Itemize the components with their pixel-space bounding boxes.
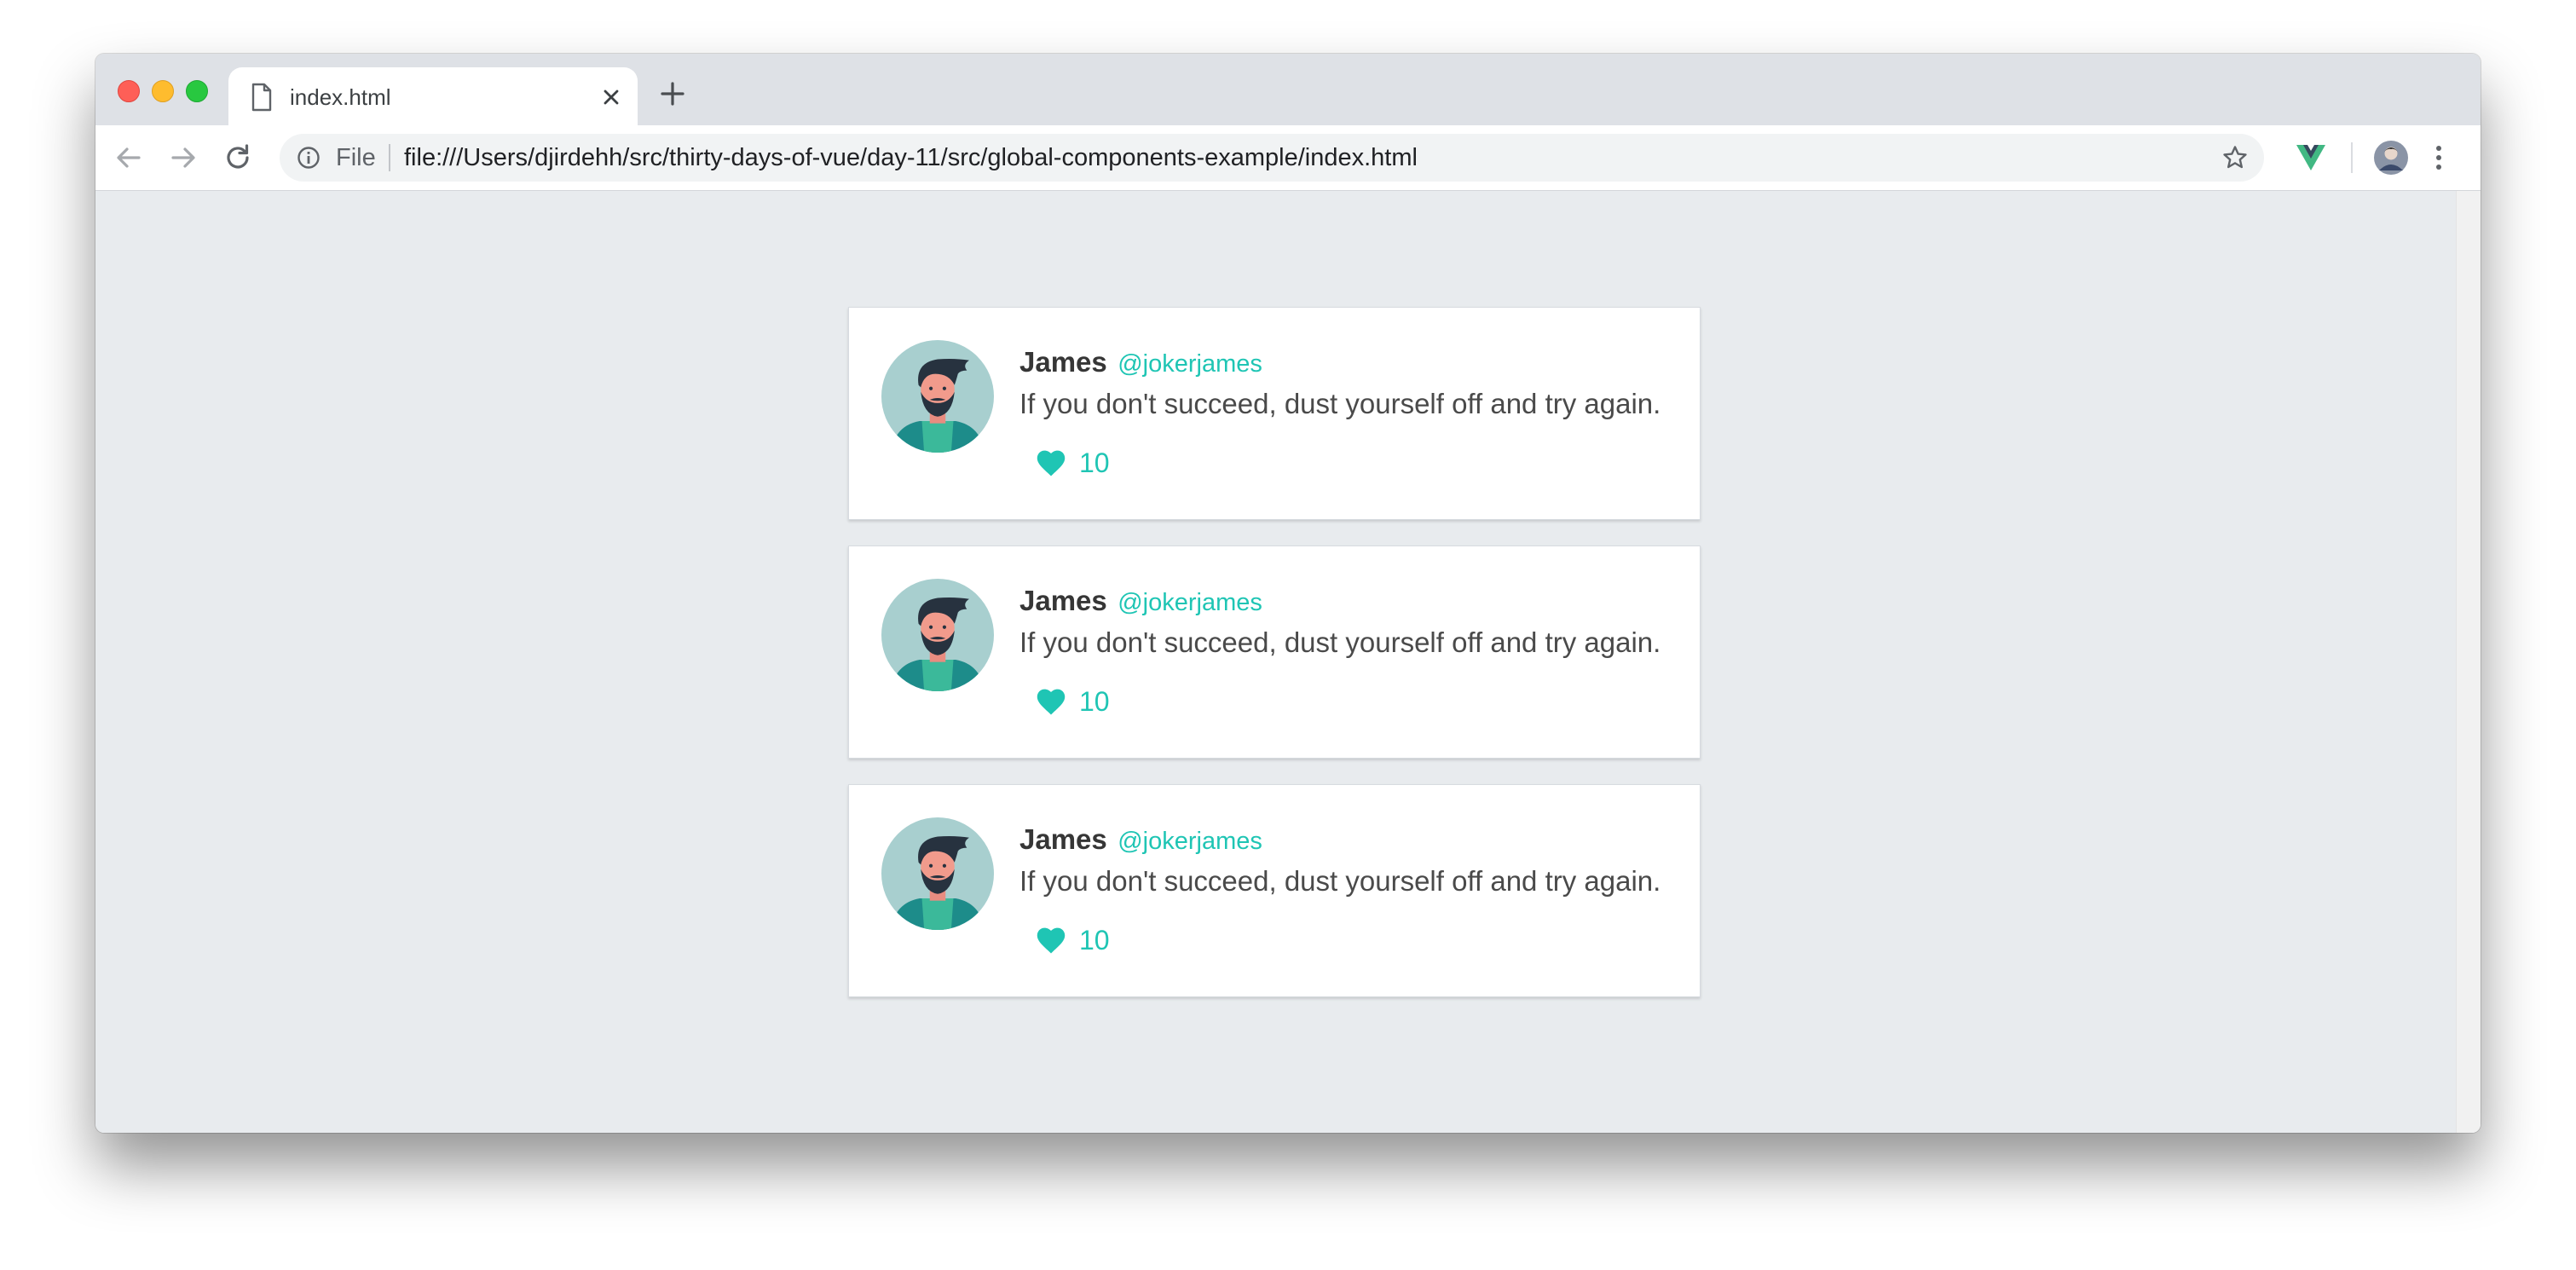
tweet-card: James @jokerjames If you don't succeed, … bbox=[848, 307, 1701, 520]
close-window-button[interactable] bbox=[118, 80, 140, 102]
kebab-menu-icon[interactable] bbox=[2433, 141, 2445, 175]
author-handle[interactable]: @jokerjames bbox=[1118, 589, 1262, 616]
page-viewport: James @jokerjames If you don't succeed, … bbox=[95, 191, 2481, 1133]
like-count: 10 bbox=[1079, 447, 1110, 478]
url-text[interactable]: file:///Users/djirdehh/src/thirty-days-o… bbox=[404, 145, 1418, 170]
arrow-left-icon[interactable] bbox=[113, 141, 145, 174]
like-button[interactable]: 10 bbox=[1035, 446, 1110, 480]
avatar bbox=[881, 579, 994, 691]
tab-strip: index.html bbox=[95, 54, 2481, 125]
vue-devtools-icon[interactable] bbox=[2295, 141, 2327, 174]
author-name: James bbox=[1019, 585, 1107, 616]
like-button[interactable]: 10 bbox=[1035, 923, 1110, 957]
avatar bbox=[881, 817, 994, 930]
maximize-window-button[interactable] bbox=[186, 80, 208, 102]
info-icon[interactable] bbox=[297, 146, 321, 170]
avatar bbox=[881, 340, 994, 453]
tweet-text: If you don't succeed, dust yourself off … bbox=[1019, 865, 1661, 897]
arrow-right-icon[interactable] bbox=[167, 141, 199, 174]
like-count: 10 bbox=[1079, 686, 1110, 717]
tweet-text: If you don't succeed, dust yourself off … bbox=[1019, 388, 1661, 419]
browser-window: index.html File file:///Users/djirdehh/s… bbox=[95, 54, 2481, 1133]
plus-icon[interactable] bbox=[658, 79, 687, 108]
author-name: James bbox=[1019, 346, 1107, 378]
address-separator bbox=[389, 144, 390, 171]
tweet-author: James @jokerjames bbox=[1019, 823, 1262, 863]
author-handle[interactable]: @jokerjames bbox=[1118, 828, 1262, 855]
browser-tab[interactable]: index.html bbox=[228, 67, 638, 125]
author-name: James bbox=[1019, 823, 1107, 855]
scrollbar[interactable] bbox=[2456, 191, 2481, 1133]
heart-icon[interactable] bbox=[1035, 926, 1067, 955]
file-icon bbox=[251, 83, 272, 112]
tweet-list: James @jokerjames If you don't succeed, … bbox=[848, 307, 1701, 1023]
tweet-card: James @jokerjames If you don't succeed, … bbox=[848, 784, 1701, 997]
minimize-window-button[interactable] bbox=[152, 80, 174, 102]
heart-icon[interactable] bbox=[1035, 687, 1067, 716]
profile-avatar[interactable] bbox=[2373, 140, 2409, 176]
tweet-text: If you don't succeed, dust yourself off … bbox=[1019, 626, 1661, 658]
tweet-author: James @jokerjames bbox=[1019, 584, 1262, 624]
like-count: 10 bbox=[1079, 925, 1110, 955]
tab-title: index.html bbox=[290, 84, 391, 110]
browser-toolbar: File file:///Users/djirdehh/src/thirty-d… bbox=[95, 125, 2481, 191]
tweet-card: James @jokerjames If you don't succeed, … bbox=[848, 546, 1701, 759]
toolbar-divider bbox=[2351, 142, 2353, 173]
close-icon[interactable] bbox=[598, 84, 624, 110]
author-handle[interactable]: @jokerjames bbox=[1118, 350, 1262, 378]
like-button[interactable]: 10 bbox=[1035, 684, 1110, 719]
scheme-label: File bbox=[336, 144, 376, 171]
heart-icon[interactable] bbox=[1035, 448, 1067, 477]
tweet-author: James @jokerjames bbox=[1019, 345, 1262, 385]
reload-icon[interactable] bbox=[222, 141, 254, 174]
address-bar[interactable]: File file:///Users/djirdehh/src/thirty-d… bbox=[280, 134, 2264, 182]
star-icon[interactable] bbox=[2221, 144, 2249, 171]
